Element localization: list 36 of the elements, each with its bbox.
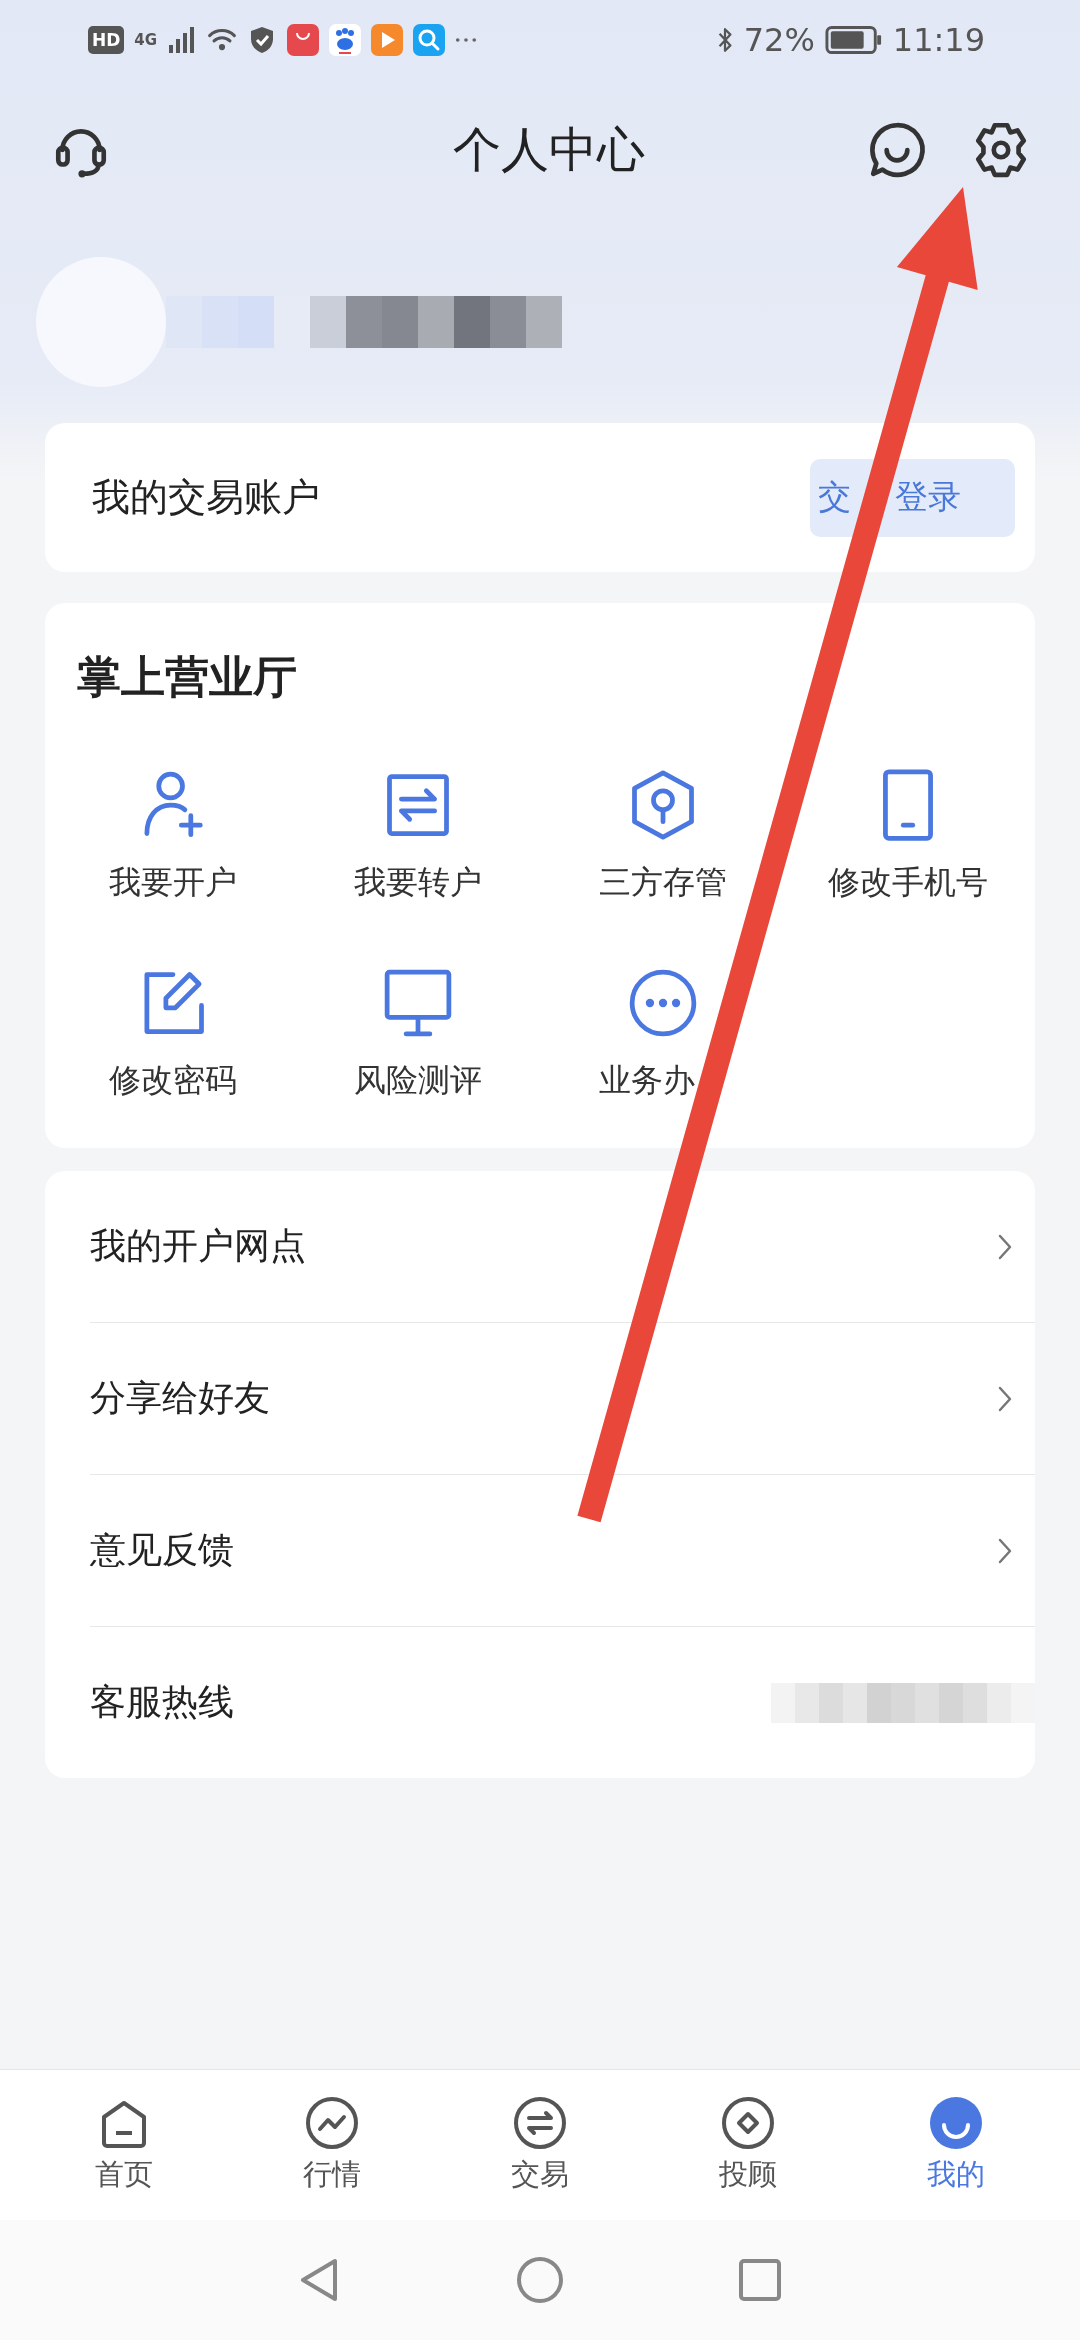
hd-badge: HD <box>88 26 125 54</box>
line-chart-icon[interactable] <box>304 2095 360 2151</box>
chevron-right-icon[interactable] <box>997 1232 1013 1261</box>
menu-item[interactable]: 我的开户网点 <box>90 1222 306 1271</box>
tab[interactable]: 首页 <box>59 2095 189 2195</box>
service-label[interactable]: 我要转户 <box>353 861 482 905</box>
swap-arrows-icon[interactable] <box>512 2095 568 2151</box>
tab[interactable]: 行情 <box>267 2095 397 2195</box>
section-title: 掌上营业厅 <box>76 650 298 704</box>
tab[interactable]: 交易 <box>475 2095 605 2195</box>
service-label[interactable]: 风险测评 <box>353 1059 482 1103</box>
menu-item[interactable]: 分享给好友 <box>90 1374 270 1423</box>
menu-item[interactable]: 意见反馈 <box>90 1526 234 1575</box>
menu-item[interactable]: 客服热线 <box>90 1678 234 1727</box>
service-label[interactable]: 修改密码 <box>108 1059 237 1103</box>
battery-percent: 72% <box>743 21 815 59</box>
service-label[interactable]: 修改手机号 <box>827 861 988 905</box>
network-label: 4G <box>134 31 158 49</box>
page-title: 个人中心 <box>453 120 645 179</box>
clock: 11:19 <box>892 21 985 59</box>
app-icon <box>287 24 320 56</box>
search-app-icon <box>413 24 446 56</box>
battery-icon <box>824 25 883 55</box>
chevron-right-icon[interactable] <box>997 1384 1013 1413</box>
tab[interactable]: 我的 <box>891 2095 1021 2195</box>
home-circle-icon[interactable] <box>515 2255 565 2305</box>
account-label: 我的交易账户 <box>92 474 320 521</box>
smile-icon[interactable] <box>928 2095 984 2151</box>
service-label[interactable]: 业务办 <box>598 1059 727 1103</box>
service-label[interactable]: 我要开户 <box>108 861 237 905</box>
chevron-right-icon[interactable] <box>997 1536 1013 1565</box>
more-dots-icon <box>455 36 478 44</box>
paw-app-icon <box>329 24 362 56</box>
service-label[interactable]: 三方存管 <box>598 861 727 905</box>
play-app-icon <box>371 24 404 56</box>
tab[interactable]: 投顾 <box>683 2095 813 2195</box>
